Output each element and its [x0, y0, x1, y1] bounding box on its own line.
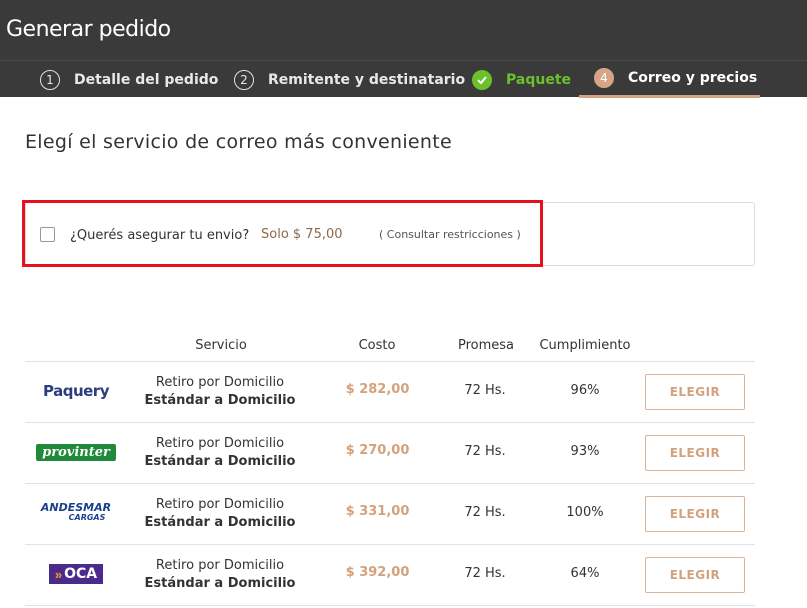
promise-value: 72 Hs. [464, 566, 506, 581]
step-label: Remitente y destinatario [268, 71, 466, 88]
step-number: 1 [40, 69, 60, 90]
table-row: Paquery Retiro por Domicilio Estándar a … [25, 361, 755, 422]
paquery-logo: Paquery [43, 382, 109, 400]
col-header-servicio: Servicio [195, 338, 247, 353]
col-header-cumplimiento: Cumplimiento [539, 338, 631, 353]
table-row: ANDESMAR CARGAS Retiro por Domicilio Est… [25, 483, 755, 544]
step-remitente-destinatario[interactable]: 2 Remitente y destinatario [234, 61, 465, 98]
cost-value: $ 282,00 [345, 382, 410, 397]
elegir-button[interactable]: ELEGIR [645, 435, 745, 471]
chevron-right-icon: » [54, 566, 63, 582]
check-icon [472, 69, 492, 90]
stepper: 1 Detalle del pedido 2 Remitente y desti… [0, 60, 807, 98]
fulfillment-value: 64% [570, 566, 600, 581]
cost-value: $ 331,00 [345, 504, 410, 519]
col-header-promesa: Promesa [457, 338, 515, 353]
step-paquete[interactable]: Paquete [472, 61, 571, 98]
col-header-costo: Costo [358, 338, 396, 353]
page-title: Generar pedido [6, 17, 171, 42]
step-number: 4 [594, 68, 614, 88]
promise-value: 72 Hs. [464, 505, 506, 520]
step-label: Paquete [506, 71, 572, 88]
table-row: provinter Retiro por Domicilio Estándar … [25, 422, 755, 483]
cost-value: $ 270,00 [345, 443, 410, 458]
elegir-button[interactable]: ELEGIR [645, 374, 745, 410]
step-label: Detalle del pedido [74, 71, 219, 88]
restrictions-link[interactable]: ( Consultar restricciones ) [379, 228, 521, 241]
insurance-checkbox[interactable] [40, 227, 55, 242]
cost-value: $ 392,00 [345, 565, 410, 580]
elegir-button[interactable]: ELEGIR [645, 496, 745, 532]
elegir-button[interactable]: ELEGIR [645, 557, 745, 593]
service-name: Retiro por Domicilio Estándar a Domicili… [144, 436, 296, 469]
divider [25, 605, 755, 606]
service-name: Retiro por Domicilio Estándar a Domicili… [144, 375, 296, 408]
fulfillment-value: 96% [570, 383, 600, 398]
service-name: Retiro por Domicilio Estándar a Domicili… [144, 558, 296, 591]
step-detalle-pedido[interactable]: 1 Detalle del pedido [40, 61, 218, 98]
andesmar-logo: ANDESMAR CARGAS [40, 501, 112, 522]
step-correo-precios[interactable]: 4 Correo y precios [579, 61, 760, 98]
table-row: » OCA Retiro por Domicilio Estándar a Do… [25, 544, 755, 605]
insurance-question: ¿Querés asegurar tu envio? [70, 228, 250, 243]
provinter-logo: provinter [33, 440, 119, 464]
service-name: Retiro por Domicilio Estándar a Domicili… [144, 497, 296, 530]
step-label: Correo y precios [628, 70, 758, 86]
step-number: 2 [234, 69, 254, 90]
promise-value: 72 Hs. [464, 383, 506, 398]
fulfillment-value: 100% [566, 505, 604, 520]
app-header: Generar pedido [0, 0, 807, 60]
promise-value: 72 Hs. [464, 444, 506, 459]
insurance-price: Solo $ 75,00 [261, 227, 343, 242]
fulfillment-value: 93% [570, 444, 600, 459]
oca-logo: » OCA [33, 562, 119, 586]
section-title: Elegí el servicio de correo más convenie… [25, 131, 452, 153]
